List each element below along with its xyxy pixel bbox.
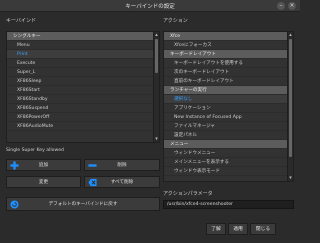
keybinding-scrollbar[interactable]: ▴ ▾ bbox=[153, 32, 159, 142]
clear-icon bbox=[88, 178, 97, 187]
scroll-thumb[interactable] bbox=[289, 39, 292, 157]
close-icon[interactable]: × bbox=[288, 2, 296, 10]
keybinding-list-item[interactable]: Super_L bbox=[7, 68, 159, 77]
change-button[interactable]: 変更 bbox=[6, 176, 81, 188]
action-list-item[interactable]: アプリケーション bbox=[164, 104, 293, 113]
keybinding-list-item[interactable]: XF86Sleep bbox=[7, 77, 159, 86]
minimize-icon[interactable]: – bbox=[277, 2, 285, 10]
keybinding-group-header[interactable]: シングルキー bbox=[7, 32, 159, 41]
keybinding-list-item[interactable]: XF86Standby bbox=[7, 95, 159, 104]
action-list-item[interactable]: メインメニューを表示する bbox=[164, 158, 293, 167]
keybinding-list-item[interactable]: XF86AudioMute bbox=[7, 122, 159, 131]
keybinding-list[interactable]: シングルキー Menu Print Execute Super_L XF86Sleep XF… bbox=[6, 31, 160, 143]
action-list-item[interactable]: 選択なし bbox=[164, 95, 293, 104]
delete-button-label: 削除 bbox=[117, 163, 127, 168]
change-button-label: 変更 bbox=[38, 180, 49, 185]
keybinding-list-item[interactable]: Menu bbox=[7, 41, 159, 50]
keybinding-list-item[interactable]: XF86Start bbox=[7, 86, 159, 95]
add-button[interactable]: 追加 bbox=[6, 159, 81, 171]
minus-icon bbox=[88, 164, 97, 167]
apply-button[interactable]: 適用 bbox=[228, 223, 248, 235]
ok-button[interactable]: 了解 bbox=[206, 223, 226, 235]
keybinding-list-item[interactable]: XF86PowerOff bbox=[7, 113, 159, 122]
scroll-thumb[interactable] bbox=[155, 39, 158, 73]
reset-default-button[interactable]: デフォルトのキーバインドに戻す bbox=[6, 197, 160, 211]
action-list-item[interactable]: New Instance of Focused App bbox=[164, 113, 293, 122]
action-group-header[interactable]: キーボードレイアウト bbox=[164, 50, 293, 59]
close-button[interactable]: 閉じる bbox=[250, 223, 276, 235]
delete-all-button-label: すべて削除 bbox=[110, 180, 134, 185]
window-title: キーバインドの設定 bbox=[125, 3, 175, 10]
action-list-item[interactable]: 次のキーボードレイアウト bbox=[164, 68, 293, 77]
plus-icon bbox=[10, 161, 19, 170]
window-controls: – × bbox=[277, 2, 296, 10]
action-list-item[interactable]: キーボードレイアウトを使用する bbox=[164, 59, 293, 68]
scroll-up-icon[interactable]: ▴ bbox=[288, 32, 293, 38]
action-group-header[interactable]: Xfce bbox=[164, 32, 293, 41]
action-scrollbar[interactable]: ▴ ▾ bbox=[287, 32, 293, 181]
action-list-item[interactable]: 設定パネル bbox=[164, 131, 293, 140]
action-group-header[interactable]: メニュー bbox=[164, 140, 293, 149]
action-parameter-title: アクションパラメータ bbox=[163, 191, 213, 197]
action-list-item[interactable]: ウィンドウメニュー bbox=[164, 149, 293, 158]
action-parameter-field[interactable]: /usr/bin/xfce4-screenshooter bbox=[163, 200, 294, 209]
keybinding-list-item[interactable]: Execute bbox=[7, 59, 159, 68]
add-button-label: 追加 bbox=[38, 163, 49, 168]
delete-all-button[interactable]: すべて削除 bbox=[84, 176, 160, 188]
scroll-up-icon[interactable]: ▴ bbox=[154, 32, 159, 38]
action-list-item[interactable]: 直前のキーボードレイアウト bbox=[164, 77, 293, 86]
action-group-header[interactable]: ランチャーの実行 bbox=[164, 86, 293, 95]
single-super-key-note: Single Super Key allowed bbox=[6, 148, 64, 153]
refresh-icon bbox=[10, 200, 19, 209]
action-list-item[interactable]: Xfceにフォーカス bbox=[164, 41, 293, 50]
action-list[interactable]: Xfce Xfceにフォーカス キーボードレイアウト キーボードレイアウトを使用する次… bbox=[163, 31, 294, 182]
delete-button[interactable]: 削除 bbox=[84, 159, 160, 171]
reset-default-button-label: デフォルトのキーバインドに戻す bbox=[48, 202, 118, 207]
scroll-down-icon[interactable]: ▾ bbox=[288, 175, 293, 181]
keybinding-list-item[interactable]: XF86Suspend bbox=[7, 104, 159, 113]
scroll-down-icon[interactable]: ▾ bbox=[154, 136, 159, 142]
keybinding-list-item[interactable]: Print bbox=[7, 50, 159, 59]
action-list-item[interactable]: ウィンドウ表示モード bbox=[164, 167, 293, 176]
action-panel-title: アクション bbox=[163, 18, 188, 24]
keybinding-panel-title: キーバインド bbox=[6, 18, 36, 24]
title-bar: キーバインドの設定 – × bbox=[0, 0, 300, 12]
action-list-item[interactable]: ファイルマネージャ bbox=[164, 122, 293, 131]
